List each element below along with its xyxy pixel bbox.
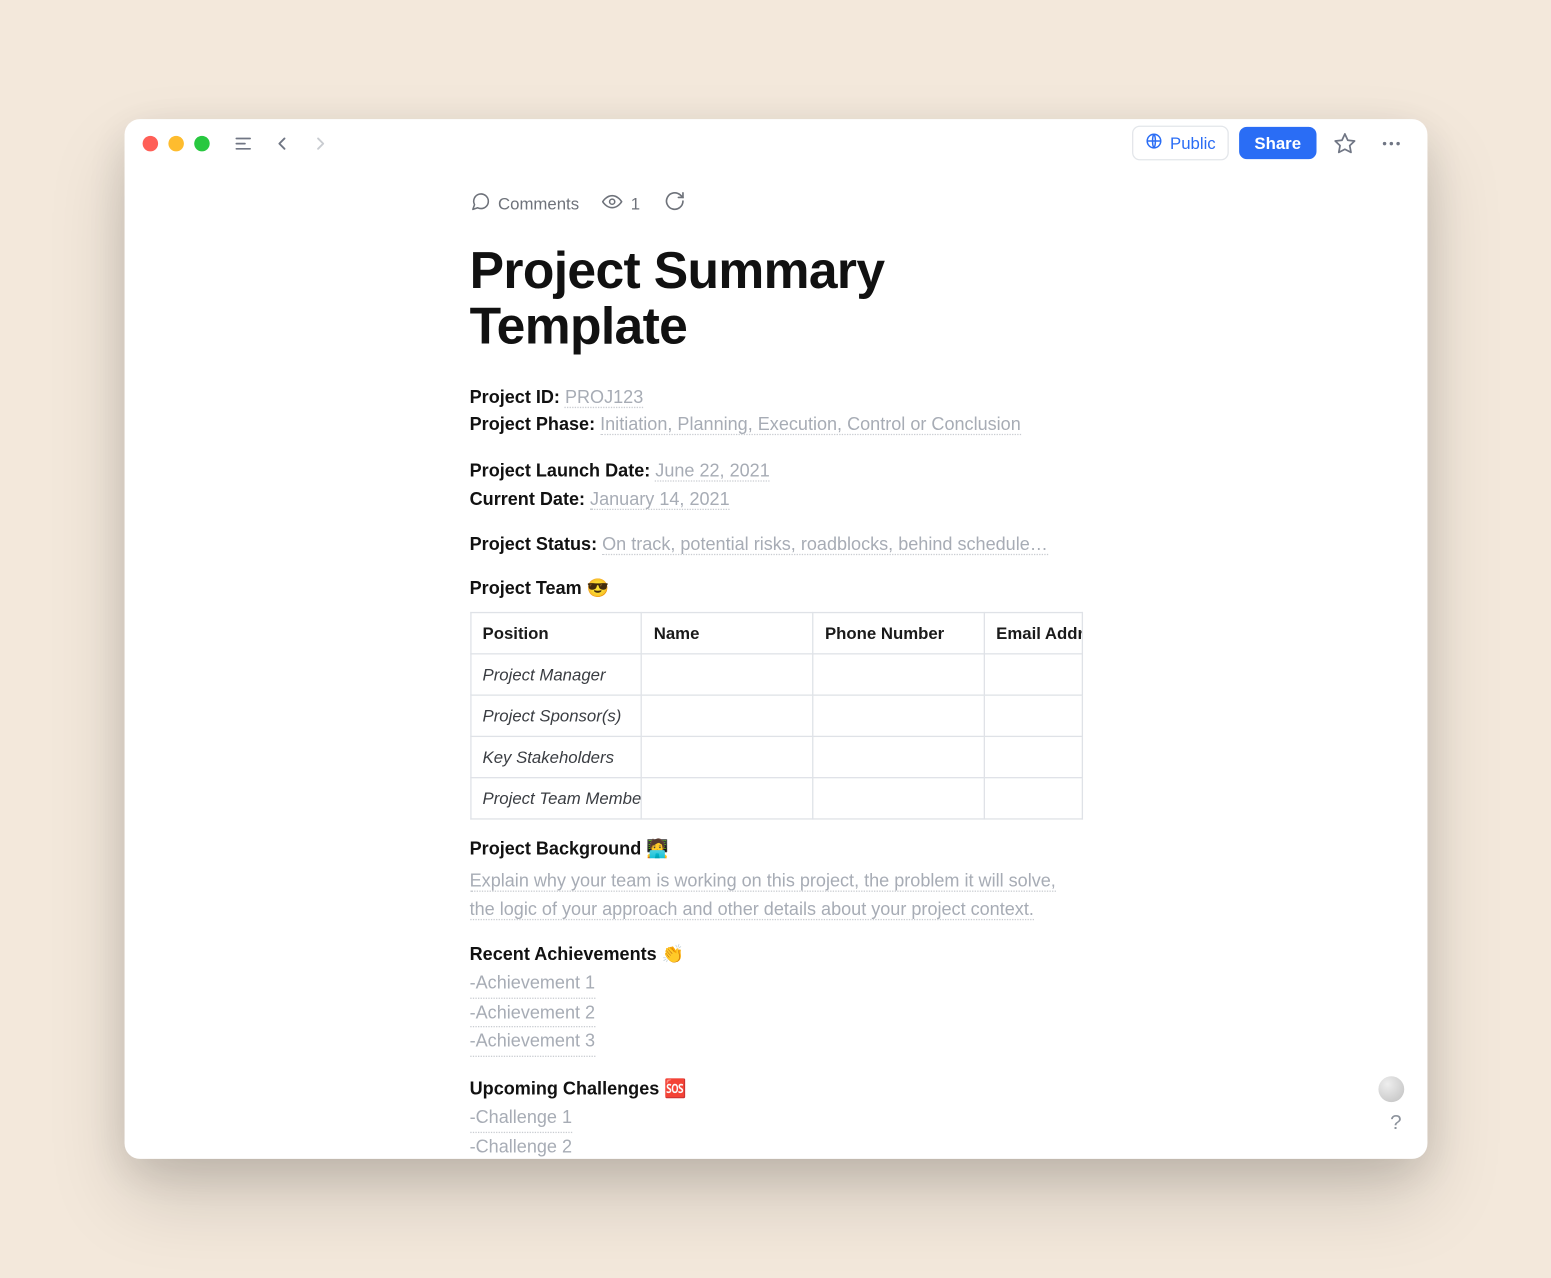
intercom-launcher-icon[interactable] [1378,1076,1404,1102]
visibility-button[interactable]: Public [1132,126,1228,161]
page-title[interactable]: Project Summary Template [469,244,1082,354]
section-heading-background[interactable]: Project Background 🧑‍💻 [469,838,1082,860]
views-button[interactable]: 1 [602,191,640,216]
toggle-sidebar-button[interactable] [227,128,258,159]
share-button[interactable]: Share [1238,127,1316,159]
field-project-phase[interactable]: Project Phase: Initiation, Planning, Exe… [469,411,1082,439]
table-row[interactable]: Project Manager [470,654,1081,695]
back-button[interactable] [266,128,297,159]
doc-meta-row: Comments 1 [469,190,1082,216]
comment-icon [469,191,490,216]
col-email[interactable]: Email Address [983,613,1081,654]
list-item[interactable]: -Achievement 2 [469,999,594,1028]
visibility-label: Public [1170,133,1216,152]
list-item[interactable]: -Challenge 1 [469,1103,571,1132]
favorite-button[interactable] [1326,125,1362,161]
refresh-button[interactable] [663,190,685,216]
maximize-window-icon[interactable] [194,135,209,150]
comments-label: Comments [498,193,579,212]
background-text[interactable]: Explain why your team is working on this… [469,870,1055,920]
document-window: Public Share Comments [124,119,1427,1159]
section-heading-team[interactable]: Project Team 😎 [469,577,1082,599]
field-project-id[interactable]: Project ID: PROJ123 [469,383,1082,411]
close-window-icon[interactable] [142,135,157,150]
table-row[interactable]: Project Sponsor(s) [470,695,1081,736]
globe-icon [1145,132,1163,154]
section-heading-challenges[interactable]: Upcoming Challenges 🆘 [469,1075,1082,1103]
forward-button[interactable] [305,128,336,159]
table-row[interactable]: Project Team Members [470,778,1081,819]
field-status[interactable]: Project Status: On track, potential risk… [469,531,1082,559]
window-controls [142,135,209,150]
col-name[interactable]: Name [641,613,812,654]
table-header-row: Position Name Phone Number Email Address [470,613,1081,654]
refresh-icon [663,190,685,216]
list-item[interactable]: -Achievement 1 [469,969,594,998]
col-phone[interactable]: Phone Number [812,613,983,654]
section-heading-achievements[interactable]: Recent Achievements 👏 [469,941,1082,969]
team-table[interactable]: Position Name Phone Number Email Address… [469,612,1082,820]
document-body[interactable]: Comments 1 Project Summary Template [124,167,1427,1159]
table-row[interactable]: Key Stakeholders [470,736,1081,777]
eye-icon [602,191,623,216]
field-current-date[interactable]: Current Date: January 14, 2021 [469,485,1082,513]
comments-button[interactable]: Comments [469,191,578,216]
views-count: 1 [630,193,639,212]
list-item[interactable]: -Challenge 2 [469,1132,571,1158]
col-position[interactable]: Position [470,613,641,654]
titlebar: Public Share [124,119,1427,167]
list-item[interactable]: -Achievement 3 [469,1028,594,1057]
help-button[interactable]: ? [1390,1112,1401,1135]
more-button[interactable] [1373,125,1409,161]
field-launch-date[interactable]: Project Launch Date: June 22, 2021 [469,457,1082,485]
minimize-window-icon[interactable] [168,135,183,150]
